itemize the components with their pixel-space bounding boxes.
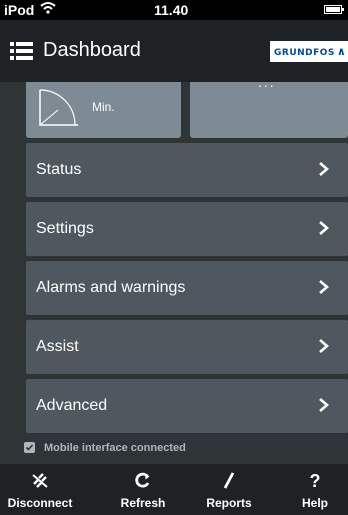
chevron-right-icon bbox=[319, 339, 329, 353]
menu-item-label: Status bbox=[36, 161, 82, 178]
chevron-right-icon bbox=[319, 280, 329, 294]
disconnect-button[interactable]: Disconnect bbox=[0, 464, 80, 515]
app-header: Dashboard GRUNDFOS ∧ bbox=[0, 20, 348, 82]
refresh-label: Refresh bbox=[120, 496, 166, 510]
page-title: Dashboard bbox=[43, 39, 141, 61]
grundfos-logo: GRUNDFOS ∧ bbox=[270, 41, 348, 62]
menu-item-advanced[interactable]: Advanced bbox=[26, 379, 348, 433]
refresh-button[interactable]: Refresh bbox=[108, 464, 178, 515]
chevron-right-icon bbox=[319, 162, 329, 176]
checkmark-icon bbox=[25, 444, 34, 451]
menu-item-label: Assist bbox=[36, 338, 79, 355]
status-bar: iPod 11.40 bbox=[0, 0, 348, 20]
logo-mark-icon: ∧ bbox=[336, 45, 347, 58]
menu-item-label: Advanced bbox=[36, 397, 108, 414]
tile-ellipsis: ... bbox=[258, 74, 276, 90]
disconnect-icon bbox=[30, 472, 50, 493]
gauge-tile[interactable]: Min. bbox=[26, 82, 181, 138]
clock-time: 11.40 bbox=[154, 2, 189, 18]
reports-button[interactable]: Reports bbox=[194, 464, 264, 515]
menu-item-label: Settings bbox=[36, 220, 94, 237]
menu-item-alarms[interactable]: Alarms and warnings bbox=[26, 261, 348, 315]
pencil-icon bbox=[222, 472, 236, 493]
disconnect-label: Disconnect bbox=[7, 496, 73, 510]
menu-icon[interactable] bbox=[10, 42, 34, 60]
reports-label: Reports bbox=[206, 496, 252, 510]
chevron-right-icon bbox=[319, 398, 329, 412]
logo-text: GRUNDFOS bbox=[274, 48, 335, 58]
connection-status: Mobile interface connected bbox=[24, 442, 186, 454]
refresh-icon bbox=[135, 472, 151, 491]
gauge-min-label: Min. bbox=[92, 100, 115, 114]
carrier-label: iPod bbox=[4, 2, 35, 18]
wifi-icon bbox=[40, 1, 56, 18]
battery-icon bbox=[324, 5, 344, 14]
chevron-right-icon bbox=[319, 221, 329, 235]
menu-item-settings[interactable]: Settings bbox=[26, 202, 348, 256]
info-tile[interactable]: ... bbox=[190, 74, 348, 138]
connection-status-text: Mobile interface connected bbox=[44, 442, 186, 454]
bottom-toolbar: Disconnect Refresh Reports ? Help bbox=[0, 464, 348, 515]
gauge-icon bbox=[39, 89, 78, 126]
menu-item-status[interactable]: Status bbox=[26, 143, 348, 197]
help-icon: ? bbox=[309, 471, 321, 491]
menu-item-assist[interactable]: Assist bbox=[26, 320, 348, 374]
menu-item-label: Alarms and warnings bbox=[36, 279, 186, 296]
connected-checkbox[interactable] bbox=[24, 442, 35, 453]
help-label: Help bbox=[301, 496, 328, 510]
help-button[interactable]: ? Help bbox=[290, 464, 340, 515]
